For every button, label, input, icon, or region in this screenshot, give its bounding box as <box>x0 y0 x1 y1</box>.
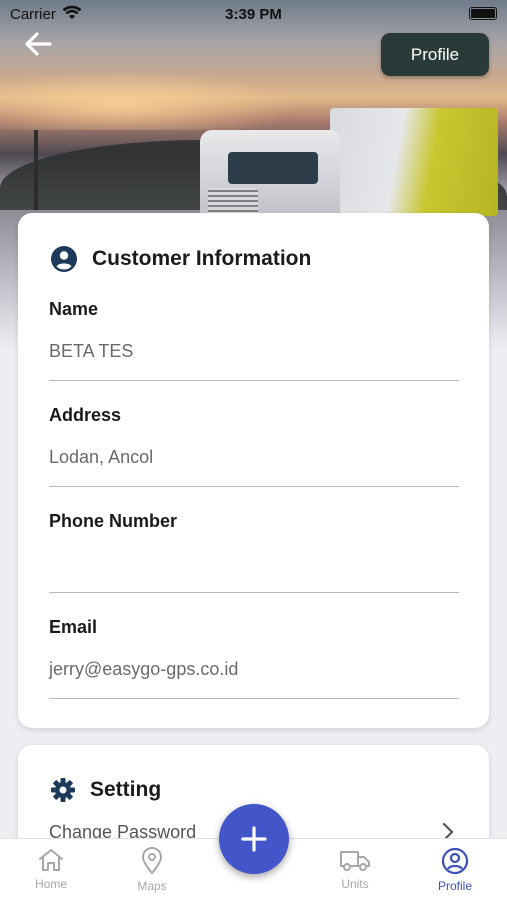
truck-icon <box>340 851 370 871</box>
profile-button[interactable]: Profile <box>381 33 489 76</box>
setting-title: Setting <box>90 778 162 801</box>
home-icon <box>39 849 63 871</box>
tab-home-label: Home <box>34 877 67 891</box>
status-time: 3:39 PM <box>225 6 282 23</box>
status-bar: Carrier 3:39 PM <box>0 0 507 28</box>
phone-number-field[interactable]: Phone Number <box>49 511 459 593</box>
name-field[interactable]: Name BETA TES <box>49 299 459 381</box>
email-label: Email <box>49 617 98 637</box>
battery-icon <box>469 7 497 20</box>
email-value[interactable]: jerry@easygo-gps.co.id <box>49 659 238 680</box>
tab-maps-label: Maps <box>137 879 167 893</box>
gear-icon <box>51 778 75 802</box>
name-value[interactable]: BETA TES <box>49 341 133 362</box>
phone-number-label: Phone Number <box>49 511 178 531</box>
email-field[interactable]: Email jerry@easygo-gps.co.id <box>49 617 459 699</box>
truck-image <box>200 108 500 223</box>
customer-information-header: Customer Information <box>50 245 311 273</box>
tab-home[interactable]: Home <box>11 847 91 891</box>
name-label: Name <box>49 299 99 319</box>
setting-header: Setting <box>50 777 161 803</box>
address-field[interactable]: Address Lodan, Ancol <box>49 405 459 487</box>
customer-information-title: Customer Information <box>92 247 312 270</box>
address-value[interactable]: Lodan, Ancol <box>49 447 153 468</box>
tab-profile-label: Profile <box>437 879 472 893</box>
map-pin-icon <box>141 847 163 875</box>
address-label: Address <box>49 405 122 425</box>
account-circle-icon <box>51 246 77 272</box>
customer-information-card: Customer Information Name BETA TES Addre… <box>18 213 489 728</box>
tab-units-label: Units <box>341 877 369 891</box>
plus-icon <box>241 826 267 852</box>
tab-units[interactable]: Units <box>315 847 395 891</box>
tab-maps[interactable]: Maps <box>112 847 192 893</box>
back-arrow-icon[interactable] <box>22 30 54 58</box>
tab-profile[interactable]: Profile <box>415 847 495 893</box>
user-circle-icon <box>441 847 469 875</box>
add-button[interactable] <box>219 804 289 874</box>
